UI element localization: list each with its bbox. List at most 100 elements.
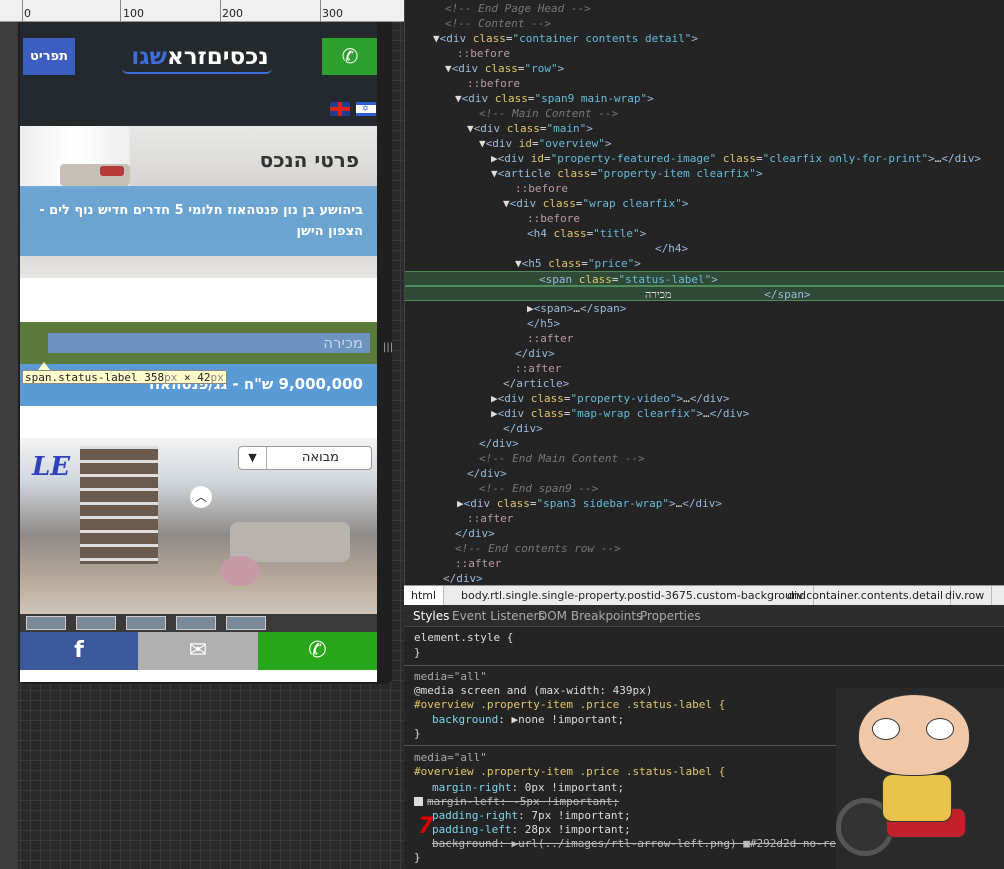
email-share-button[interactable]: ✉: [138, 632, 258, 670]
property-title: ביהושע בן נון פנטהאוז חלומי 5 חדרים חדיש…: [20, 186, 377, 256]
css-declaration-disabled[interactable]: margin-left: -5px !important;: [414, 795, 619, 809]
tour-thumbnail[interactable]: [226, 616, 266, 630]
dom-node-line[interactable]: </div>: [405, 526, 1004, 541]
css-value: ▶none !important;: [511, 713, 625, 726]
rule-close: }: [414, 727, 421, 740]
css-declaration[interactable]: padding-left: 28px !important;: [432, 823, 631, 837]
site-header: תפריט נכסיםזראשגו ✆ ✡: [20, 22, 377, 126]
dom-node-line[interactable]: ▼<div class="main">: [405, 121, 1004, 136]
tour-thumbnail[interactable]: [26, 616, 66, 630]
breadcrumb-item[interactable]: html: [404, 586, 445, 606]
page-title: פרטי הנכס: [259, 148, 359, 172]
dom-node-line[interactable]: ::before: [405, 181, 1004, 196]
phone-icon: ✆: [341, 44, 359, 68]
dom-node-line[interactable]: <!-- Main Content -->: [405, 106, 1004, 121]
uk-flag-icon[interactable]: [330, 102, 350, 116]
resize-handle-vertical[interactable]: |||: [383, 342, 393, 356]
vertical-ruler: [0, 22, 18, 869]
css-declaration[interactable]: background: ▶none !important;: [432, 713, 624, 727]
dom-node-line[interactable]: ▶<span>…</span>: [405, 301, 1004, 316]
breadcrumb-item[interactable]: div.row: [938, 586, 993, 606]
dom-node-line[interactable]: ▼<div class="row">: [405, 61, 1004, 76]
whatsapp-icon: ✆: [308, 638, 327, 663]
logo-text-2: זרא: [166, 44, 207, 70]
dom-node-line[interactable]: ▶<div class="property-video">…</div>: [405, 391, 1004, 406]
dom-node-line[interactable]: </h5>: [405, 316, 1004, 331]
tour-logo: LE: [32, 452, 71, 482]
media-query: @media screen and (max-width: 439px): [414, 684, 653, 697]
tour-room-select[interactable]: ▼ מבואה: [238, 446, 372, 470]
css-property: background: [432, 713, 499, 726]
dom-node-line[interactable]: </div>: [405, 421, 1004, 436]
dom-node-line[interactable]: ::before: [405, 46, 1004, 61]
chevron-up-icon[interactable]: ︿: [190, 486, 212, 508]
css-value: 7px !important;: [531, 809, 631, 822]
dom-node-line[interactable]: </div>: [405, 436, 1004, 451]
dom-node-line[interactable]: <!-- Content -->: [405, 16, 1004, 31]
ruler-tick: 200: [222, 7, 243, 20]
call-button[interactable]: ✆: [322, 38, 377, 75]
dom-node-line[interactable]: </div>: [405, 571, 1004, 585]
dom-node-line[interactable]: <h4 class="title">: [405, 226, 1004, 241]
tour-room-value: מבואה: [301, 450, 339, 465]
tab-properties[interactable]: Properties: [640, 605, 701, 627]
breadcrumb-item[interactable]: body.rtl.single.single-property.postid-3…: [454, 586, 814, 606]
tab-styles[interactable]: Styles: [413, 605, 449, 627]
dom-node-line[interactable]: ::after: [405, 361, 1004, 376]
dom-node-line[interactable]: ::before: [405, 211, 1004, 226]
breadcrumb-item[interactable]: div.container.contents.detail: [780, 586, 952, 606]
dom-node-line[interactable]: ▼<article class="property-item clearfix"…: [405, 166, 1004, 181]
tour-thumbnail[interactable]: [126, 616, 166, 630]
whatsapp-share-button[interactable]: ✆: [258, 632, 377, 670]
dom-node-line[interactable]: ::after: [405, 331, 1004, 346]
tooltip-unit: px: [210, 371, 224, 384]
dom-node-line[interactable]: ▼<div class="wrap clearfix">: [405, 196, 1004, 211]
cartoon-overlay-image: [836, 688, 1004, 869]
dom-node-line[interactable]: ▶<div class="span3 sidebar-wrap">…</div>: [405, 496, 1004, 511]
dom-node-line[interactable]: </h4>: [405, 241, 1004, 256]
tooltip-width: 358: [144, 371, 165, 384]
menu-button[interactable]: תפריט: [23, 38, 75, 75]
dom-node-line[interactable]: <!-- End Page Head -->: [405, 1, 1004, 16]
tab-dom-breakpoints[interactable]: DOM Breakpoints: [538, 605, 642, 627]
dom-node-line[interactable]: ▼<h5 class="price">: [405, 256, 1004, 271]
dom-node-line[interactable]: <!-- End span9 -->: [405, 481, 1004, 496]
facebook-share-button[interactable]: f: [20, 632, 138, 670]
hero-cushion-image: [100, 166, 124, 176]
spacer: [20, 278, 377, 322]
css-declaration[interactable]: margin-right: 0px !important;: [432, 781, 624, 795]
media-attribute: media="all": [414, 670, 487, 683]
share-bar: f ✉ ✆: [20, 632, 377, 670]
dom-node-line[interactable]: </div>: [405, 346, 1004, 361]
element-size-tooltip: span.status-label 358px × 42px: [22, 370, 227, 384]
tab-event-listeners[interactable]: Event Listeners: [452, 605, 545, 627]
css-selector[interactable]: #overview .property-item .price .status-…: [414, 698, 725, 712]
dom-node-line[interactable]: ▼<div class="container contents detail">: [405, 31, 1004, 46]
dom-node-line[interactable]: ::after: [405, 556, 1004, 571]
dom-node-line[interactable]: ▶<div id="property-featured-image" class…: [405, 151, 1004, 166]
tour-thumbnail[interactable]: [176, 616, 216, 630]
israel-flag-icon[interactable]: ✡: [356, 102, 376, 116]
dom-node-line[interactable]: <!-- End contents row -->: [405, 541, 1004, 556]
dom-node-line[interactable]: ▼<div class="span9 main-wrap">: [405, 91, 1004, 106]
devtools-sidebar-tabs: Styles Event Listeners DOM Breakpoints P…: [404, 605, 1004, 627]
dom-node-line[interactable]: ::after: [405, 511, 1004, 526]
dom-node-line[interactable]: ▶<div class="map-wrap clearfix">…</div>: [405, 406, 1004, 421]
dom-node-line[interactable]: </div>: [405, 466, 1004, 481]
elements-panel[interactable]: <!-- End Page Head --> <!-- Content --> ▼<…: [404, 0, 1004, 585]
dom-node-line[interactable]: </article>: [405, 376, 1004, 391]
site-logo[interactable]: נכסיםזראשגו: [120, 42, 280, 74]
virtual-tour-viewer[interactable]: LE ▼ מבואה ︿: [20, 438, 377, 614]
css-declaration[interactable]: padding-right: 7px !important;: [432, 809, 631, 823]
dom-node-line[interactable]: ::before: [405, 76, 1004, 91]
dom-node-line[interactable]: <!-- End Main Content -->: [405, 451, 1004, 466]
dom-node-line[interactable]: מכירה </span>: [405, 286, 1004, 301]
tour-chair-image: [220, 556, 260, 586]
dom-node-line[interactable]: ▼<div id="overview">: [405, 136, 1004, 151]
dom-node-line[interactable]: <span class="status-label">: [405, 271, 1004, 286]
tour-thumbnail[interactable]: [76, 616, 116, 630]
checkbox-icon[interactable]: [414, 797, 423, 806]
element-style-rule[interactable]: element.style {: [414, 631, 513, 645]
css-selector[interactable]: #overview .property-item .price .status-…: [414, 765, 725, 779]
tour-thumbnails: [20, 614, 377, 632]
